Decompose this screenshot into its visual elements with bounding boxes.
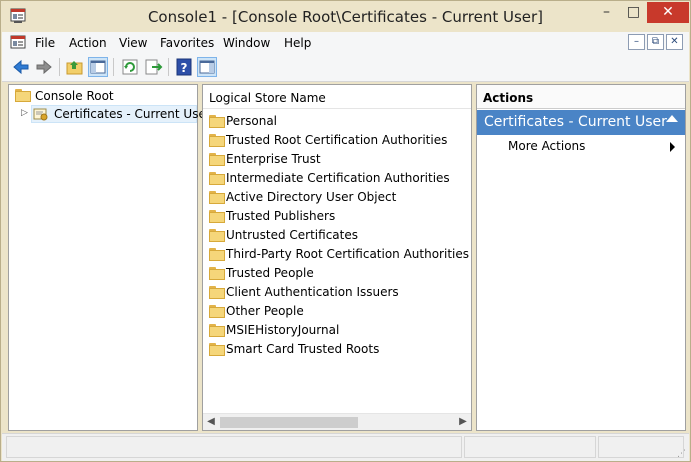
column-header-logical-store-name[interactable]: Logical Store Name (203, 85, 471, 109)
folder-icon (209, 172, 225, 185)
list-item-label: Smart Card Trusted Roots (226, 342, 380, 356)
status-cell-main (6, 436, 462, 458)
menu-help[interactable]: Help (284, 36, 311, 50)
list-item[interactable]: Third-Party Root Certification Authoriti… (209, 245, 469, 264)
list-item-label: Other People (226, 304, 304, 318)
show-hide-action-pane-icon[interactable] (197, 57, 217, 77)
actions-pane: Actions Certificates - Current User More… (476, 84, 686, 431)
close-button[interactable]: ✕ (647, 2, 689, 23)
list-item-label: Intermediate Certification Authorities (226, 171, 450, 185)
list-item-label: Trusted People (226, 266, 314, 280)
more-actions-label: More Actions (508, 139, 586, 153)
list-item-label: Trusted Root Certification Authorities (226, 133, 448, 147)
toolbar: ? (2, 54, 689, 82)
list-item-label: Trusted Publishers (226, 209, 336, 223)
list-item[interactable]: MSIEHistoryJournal (209, 321, 467, 340)
certificate-store-icon (33, 106, 49, 122)
window-title: Console1 - [Console Root\Certificates - … (147, 8, 544, 26)
folder-icon (15, 89, 31, 102)
list-item[interactable]: Trusted Publishers (209, 207, 467, 226)
mmc-window: Console1 - [Console Root\Certificates - … (0, 0, 691, 462)
folder-icon (209, 305, 225, 318)
forward-icon[interactable] (34, 57, 54, 77)
folder-icon (209, 324, 225, 337)
tree-item-console-root[interactable]: Console Root (9, 87, 197, 105)
folder-icon (209, 267, 225, 280)
scroll-right-icon[interactable]: ▶ (456, 416, 470, 427)
status-cell-2 (464, 436, 596, 458)
list-item[interactable]: Client Authentication Issuers (209, 283, 467, 302)
actions-title: Actions (483, 91, 534, 105)
status-bar: ⋰ (2, 433, 689, 461)
actions-header: Actions (477, 85, 685, 109)
list-item-label: Third-Party Root Certification Authoriti… (226, 247, 469, 261)
export-list-icon[interactable] (143, 57, 163, 77)
list-item[interactable]: Intermediate Certification Authorities (209, 169, 467, 188)
tree-label-console-root: Console Root (35, 89, 114, 103)
actions-section-certificates[interactable]: Certificates - Current User (477, 110, 685, 135)
menu-bar: File Action View Favorites Window Help –… (2, 32, 689, 54)
status-cell-3 (598, 436, 684, 458)
more-actions-item[interactable]: More Actions (477, 137, 685, 157)
resize-grip-icon[interactable]: ⋰ (677, 449, 687, 459)
list-item-label: Enterprise Trust (226, 152, 321, 166)
folder-icon (209, 343, 225, 356)
tree-label-certificates: Certificates - Current User (54, 107, 211, 121)
up-folder-icon[interactable] (65, 57, 85, 77)
collapse-arrow-icon[interactable] (666, 115, 678, 122)
submenu-arrow-icon (670, 142, 675, 152)
svg-text:?: ? (181, 61, 188, 75)
menu-favorites[interactable]: Favorites (160, 36, 214, 50)
scrollbar-thumb[interactable] (220, 417, 358, 428)
console-tree-pane[interactable]: Console Root ▷ Certificates - Current Us… (8, 84, 211, 431)
scroll-left-icon[interactable]: ◀ (204, 416, 218, 427)
list-item[interactable]: Smart Card Trusted Roots (209, 340, 467, 359)
horizontal-scrollbar[interactable]: ◀ ▶ (203, 413, 471, 430)
maximize-button[interactable]: □ (620, 2, 647, 23)
folder-icon (209, 286, 225, 299)
console-menu-icon[interactable] (10, 35, 26, 51)
folder-icon (209, 248, 225, 261)
menu-window[interactable]: Window (223, 36, 270, 50)
folder-icon (209, 229, 225, 242)
menu-action[interactable]: Action (69, 36, 107, 50)
list-item[interactable]: Other People (209, 302, 467, 321)
menu-view[interactable]: View (119, 36, 147, 50)
list-item[interactable]: Trusted Root Certification Authorities (209, 131, 467, 150)
title-bar[interactable]: Console1 - [Console Root\Certificates - … (1, 1, 690, 32)
help-icon[interactable]: ? (174, 57, 194, 77)
tree-item-certificates-current-user[interactable]: ▷ Certificates - Current User (9, 105, 211, 123)
folder-icon (209, 210, 225, 223)
actions-section-label: Certificates - Current User (484, 114, 667, 130)
expand-arrow-icon[interactable]: ▷ (21, 108, 28, 118)
folder-icon (209, 191, 225, 204)
show-hide-tree-icon[interactable] (88, 57, 108, 77)
list-item[interactable]: Untrusted Certificates (209, 226, 467, 245)
list-item[interactable]: Personal (209, 112, 467, 131)
folder-icon (209, 115, 225, 128)
mdi-minimize-button[interactable]: – (628, 34, 645, 50)
list-item-label: Personal (226, 114, 278, 128)
folder-icon (209, 153, 225, 166)
minimize-button[interactable]: – (593, 2, 620, 23)
list-item-label: Active Directory User Object (226, 190, 397, 204)
list-item[interactable]: Trusted People (209, 264, 467, 283)
folder-icon (209, 134, 225, 147)
list-item-label: Client Authentication Issuers (226, 285, 399, 299)
mdi-restore-button[interactable]: ⧉ (647, 34, 664, 50)
list-item-label: MSIEHistoryJournal (226, 323, 340, 337)
menu-file[interactable]: File (35, 36, 55, 50)
logical-store-list-pane[interactable]: Logical Store Name Personal Trusted Root … (202, 84, 472, 431)
list-item[interactable]: Enterprise Trust (209, 150, 467, 169)
refresh-icon[interactable] (120, 57, 140, 77)
list-item[interactable]: Active Directory User Object (209, 188, 467, 207)
list-item-label: Untrusted Certificates (226, 228, 358, 242)
back-icon[interactable] (11, 57, 31, 77)
column-header-label: Logical Store Name (209, 91, 326, 105)
mdi-close-button[interactable]: ✕ (666, 34, 683, 50)
